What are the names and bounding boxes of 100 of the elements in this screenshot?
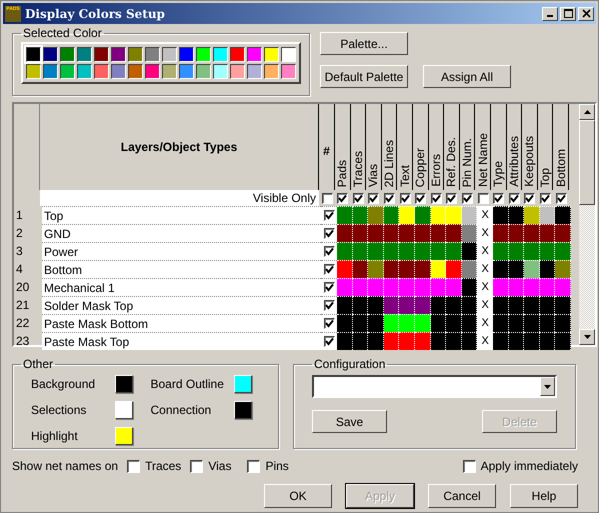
checkbox[interactable] xyxy=(127,460,140,472)
color-cell[interactable] xyxy=(540,260,556,278)
color-cell[interactable] xyxy=(399,260,415,278)
color-cell[interactable] xyxy=(384,296,400,314)
color-cell[interactable] xyxy=(352,206,368,224)
color-cell[interactable] xyxy=(446,332,462,350)
column-checkbox[interactable] xyxy=(430,192,442,204)
color-cell[interactable] xyxy=(384,260,400,278)
color-cell[interactable] xyxy=(524,206,540,224)
color-cell[interactable] xyxy=(368,206,384,224)
color-cell[interactable] xyxy=(352,242,368,260)
color-cell[interactable] xyxy=(414,314,431,332)
color-cell[interactable] xyxy=(462,278,478,296)
color-cell[interactable] xyxy=(492,296,509,314)
palette-swatch[interactable] xyxy=(162,47,177,62)
color-cell[interactable] xyxy=(337,296,353,314)
color-cell[interactable] xyxy=(555,242,571,260)
palette-swatch[interactable] xyxy=(281,64,296,79)
column-checkbox[interactable] xyxy=(478,192,489,204)
color-cell[interactable] xyxy=(337,278,353,296)
color-cell[interactable] xyxy=(368,278,384,296)
color-cell[interactable] xyxy=(430,296,446,314)
color-swatch[interactable] xyxy=(114,401,132,419)
color-cell[interactable] xyxy=(352,332,368,350)
color-cell[interactable] xyxy=(508,332,524,350)
palette-swatch[interactable] xyxy=(264,47,279,62)
color-cell[interactable] xyxy=(430,206,446,224)
color-swatch[interactable] xyxy=(234,375,252,393)
column-checkbox[interactable] xyxy=(352,192,364,204)
palette-swatch[interactable] xyxy=(179,47,194,62)
color-swatch[interactable] xyxy=(234,401,252,419)
palette-swatch[interactable] xyxy=(128,47,143,62)
color-cell[interactable] xyxy=(462,314,478,332)
color-cell[interactable] xyxy=(524,314,540,332)
layer-name[interactable]: GND xyxy=(44,226,71,240)
checkbox-label[interactable]: Apply immediately xyxy=(480,459,578,473)
color-cell[interactable] xyxy=(555,278,571,296)
palette-button[interactable]: Palette... xyxy=(320,32,408,55)
color-cell[interactable] xyxy=(555,296,571,314)
minimize-button[interactable] xyxy=(542,6,558,20)
checkbox[interactable] xyxy=(190,460,204,472)
color-cell[interactable] xyxy=(399,314,415,332)
column-checkbox[interactable] xyxy=(415,192,426,204)
color-cell[interactable] xyxy=(492,278,509,296)
color-cell[interactable] xyxy=(446,314,462,332)
color-cell[interactable] xyxy=(492,260,509,278)
layer-visible-checkbox[interactable] xyxy=(324,264,334,275)
palette-swatch[interactable] xyxy=(60,47,75,62)
color-cell[interactable] xyxy=(337,242,353,260)
color-cell[interactable] xyxy=(508,242,524,260)
color-cell[interactable] xyxy=(384,278,400,296)
column-checkbox[interactable] xyxy=(508,192,520,204)
color-cell[interactable] xyxy=(337,224,353,242)
scroll-up-icon[interactable] xyxy=(579,104,595,120)
color-cell[interactable] xyxy=(430,332,446,350)
column-checkbox[interactable] xyxy=(400,192,411,204)
color-cell[interactable] xyxy=(384,314,400,332)
column-checkbox[interactable] xyxy=(446,192,458,204)
column-checkbox[interactable] xyxy=(462,192,474,204)
palette-swatch[interactable] xyxy=(247,64,262,79)
color-cell[interactable] xyxy=(492,332,509,350)
checkbox-label[interactable]: Vias xyxy=(208,459,232,473)
color-cell[interactable] xyxy=(492,314,509,332)
color-cell[interactable] xyxy=(352,278,368,296)
color-cell[interactable] xyxy=(414,242,431,260)
color-cell[interactable] xyxy=(414,224,431,242)
color-cell[interactable] xyxy=(384,206,400,224)
palette-swatch[interactable] xyxy=(94,64,109,79)
vertical-scrollbar[interactable] xyxy=(579,104,595,345)
color-cell[interactable] xyxy=(430,224,446,242)
palette-swatch[interactable] xyxy=(145,64,160,79)
color-cell[interactable] xyxy=(368,296,384,314)
color-cell[interactable] xyxy=(337,332,353,350)
color-cell[interactable] xyxy=(399,242,415,260)
layer-visible-checkbox[interactable] xyxy=(324,282,334,293)
color-cell[interactable] xyxy=(508,314,524,332)
color-cell[interactable] xyxy=(462,296,478,314)
color-cell[interactable] xyxy=(462,206,478,224)
layer-name[interactable]: Mechanical 1 xyxy=(44,280,115,294)
color-cell[interactable] xyxy=(492,224,509,242)
color-cell[interactable] xyxy=(462,260,478,278)
color-cell[interactable] xyxy=(337,206,353,224)
layer-visible-checkbox[interactable] xyxy=(324,210,334,221)
color-cell[interactable] xyxy=(555,260,571,278)
layer-visible-checkbox[interactable] xyxy=(324,318,334,329)
palette-swatch[interactable] xyxy=(128,64,143,79)
dialog-button[interactable]: Help xyxy=(510,484,578,508)
color-cell[interactable] xyxy=(399,206,415,224)
color-cell[interactable] xyxy=(462,332,478,350)
color-cell[interactable] xyxy=(430,278,446,296)
color-cell[interactable] xyxy=(524,296,540,314)
palette-swatch[interactable] xyxy=(111,64,126,79)
default-palette-button[interactable]: Default Palette xyxy=(320,65,408,88)
color-cell[interactable] xyxy=(446,242,462,260)
color-cell[interactable] xyxy=(368,242,384,260)
color-cell[interactable] xyxy=(540,314,556,332)
color-cell[interactable] xyxy=(508,224,524,242)
color-cell[interactable] xyxy=(384,224,400,242)
color-cell[interactable] xyxy=(462,242,478,260)
color-cell[interactable] xyxy=(446,296,462,314)
